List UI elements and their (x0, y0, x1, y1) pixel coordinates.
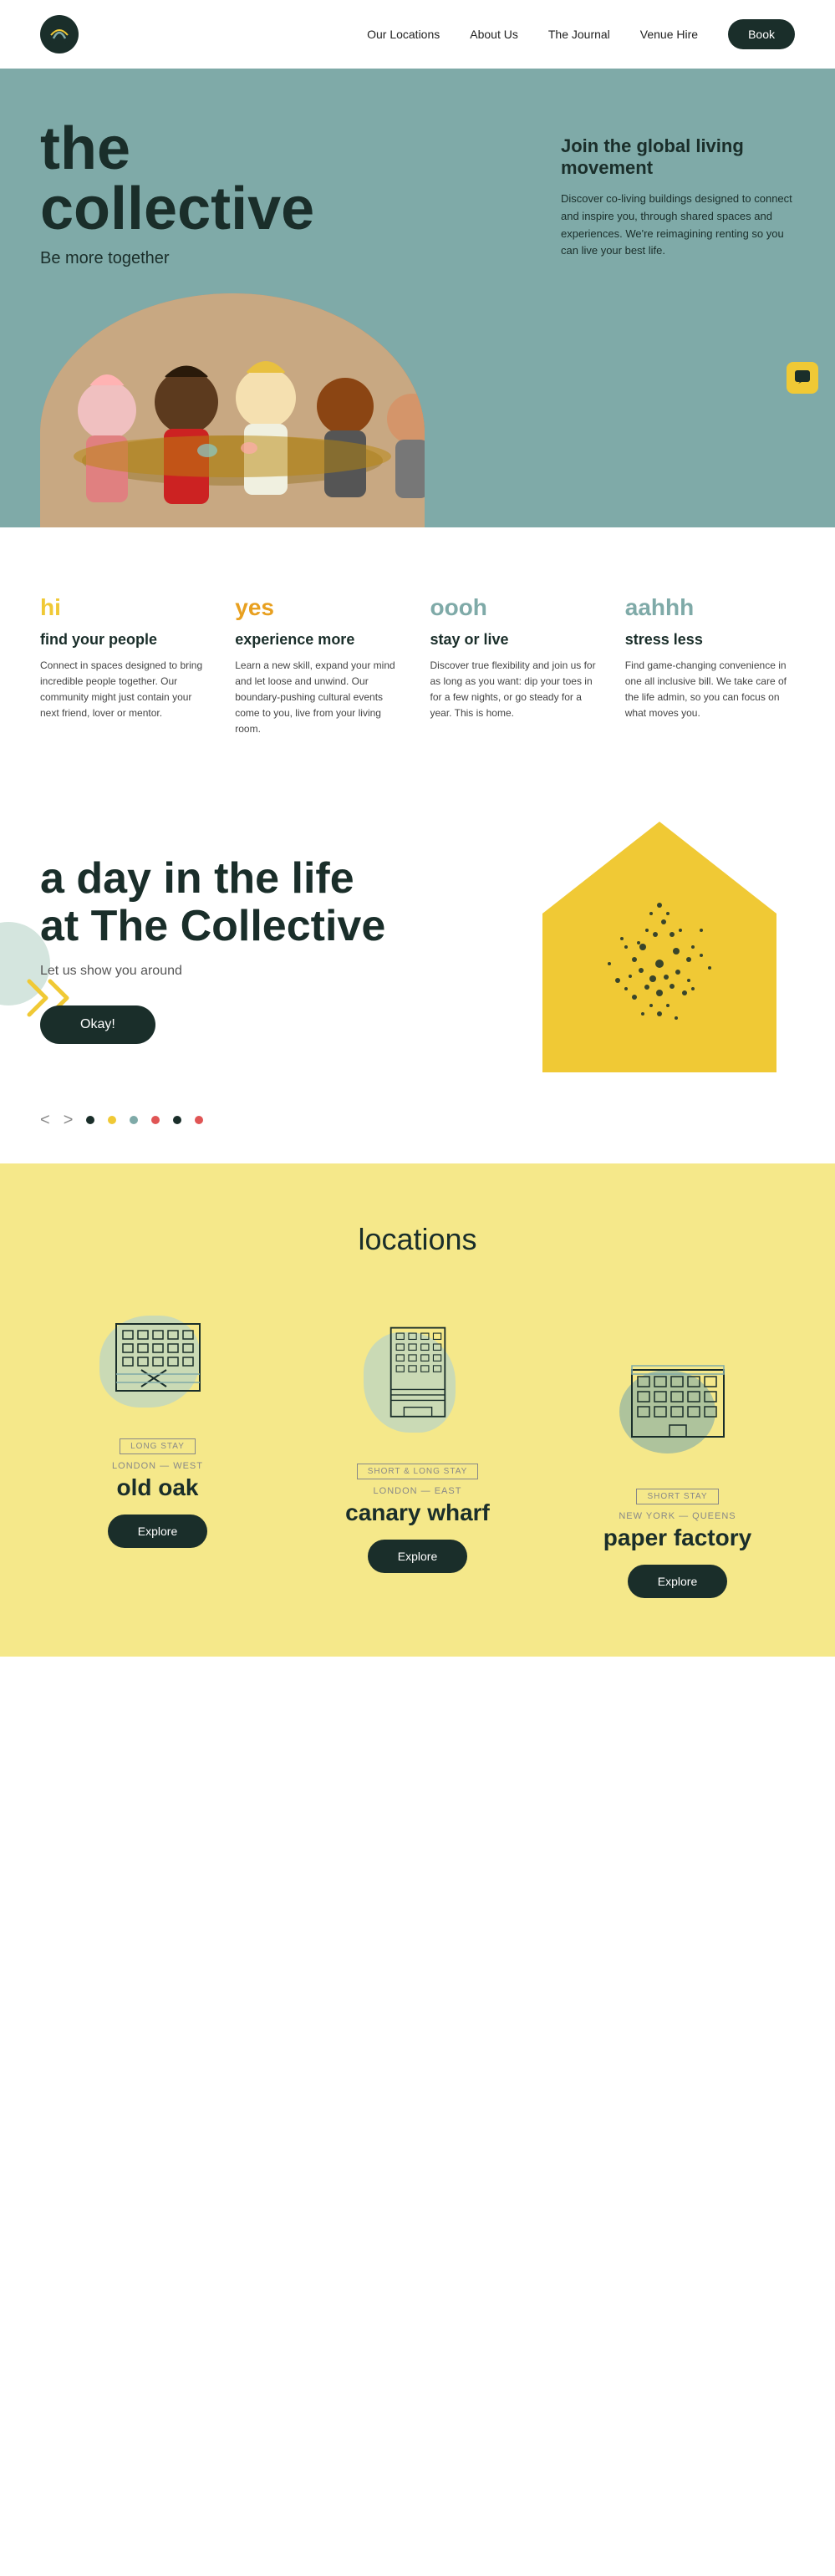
logo[interactable] (40, 15, 79, 53)
location-name-1: canary wharf (300, 1499, 535, 1526)
location-badge-1: SHORT & LONG STAY (357, 1464, 479, 1479)
location-badge-0: LONG STAY (120, 1438, 196, 1454)
carousel-dot-3[interactable] (151, 1116, 160, 1124)
hero-title: the collective (40, 119, 527, 239)
feature-stress-less: aahhh stress less Find game-changing con… (625, 594, 795, 738)
feature-desc-3: Find game-changing convenience in one al… (625, 658, 795, 722)
location-illustration-2 (611, 1349, 745, 1474)
feature-word-aahhh: aahhh (625, 594, 795, 621)
feature-title-3: stress less (625, 631, 795, 649)
carousel-nav: < > (0, 1094, 835, 1163)
feature-title-1: experience more (235, 631, 405, 649)
day-life-subtitle: Let us show you around (40, 964, 795, 979)
nav-our-locations[interactable]: Our Locations (367, 28, 440, 41)
feature-word-hi: hi (40, 594, 210, 621)
explore-old-oak[interactable]: Explore (108, 1515, 207, 1548)
feature-title-2: stay or live (430, 631, 600, 649)
carousel-dot-1[interactable] (108, 1116, 116, 1124)
nav-links: Our Locations About Us The Journal Venue… (367, 19, 795, 49)
nav-the-journal[interactable]: The Journal (548, 28, 610, 41)
day-life-section: a day in the life at The Collective Let … (0, 788, 835, 1094)
carousel-dot-0[interactable] (86, 1116, 94, 1124)
feature-desc-1: Learn a new skill, expand your mind and … (235, 658, 405, 738)
location-name-0: old oak (40, 1474, 275, 1501)
feature-experience: yes experience more Learn a new skill, e… (235, 594, 405, 738)
explore-canary-wharf[interactable]: Explore (368, 1540, 467, 1573)
feature-title-0: find your people (40, 631, 210, 649)
features-grid: hi find your people Connect in spaces de… (40, 594, 795, 738)
hero-section: the collective Be more together (0, 69, 835, 527)
day-life-content: a day in the life at The Collective Let … (40, 855, 795, 1044)
hero-subtitle: Be more together (40, 249, 527, 268)
feature-word-oooh: oooh (430, 594, 600, 621)
location-illustration-0 (91, 1299, 225, 1424)
features-section: hi find your people Connect in spaces de… (0, 527, 835, 788)
location-canary-wharf: SHORT & LONG STAY LONDON — EAST canary w… (300, 1324, 535, 1573)
carousel-prev[interactable]: < (40, 1111, 50, 1130)
hero-description: Discover co-living buildings designed to… (561, 191, 795, 260)
location-old-oak: LONG STAY LONDON — WEST old oak Explore (40, 1299, 275, 1548)
carousel-dot-4[interactable] (173, 1116, 181, 1124)
feature-stay-live: oooh stay or live Discover true flexibil… (430, 594, 600, 738)
explore-paper-factory[interactable]: Explore (628, 1565, 727, 1598)
feature-desc-0: Connect in spaces designed to bring incr… (40, 658, 210, 722)
locations-title: locations (40, 1222, 795, 1257)
carousel-next[interactable]: > (64, 1111, 74, 1130)
location-paper-factory: SHORT STAY NEW YORK — QUEENS paper facto… (560, 1349, 795, 1598)
feature-desc-2: Discover true flexibility and join us fo… (430, 658, 600, 722)
day-life-cta[interactable]: Okay! (40, 1005, 155, 1044)
locations-section: locations (0, 1163, 835, 1657)
location-region-0: LONDON — WEST (40, 1461, 275, 1471)
carousel-dot-2[interactable] (130, 1116, 138, 1124)
location-region-2: NEW YORK — QUEENS (560, 1511, 795, 1521)
day-life-title: a day in the life at The Collective (40, 855, 391, 950)
nav-about-us[interactable]: About Us (470, 28, 518, 41)
hero-image (40, 293, 425, 527)
hero-tagline: Join the global living movement (561, 135, 795, 179)
locations-grid: LONG STAY LONDON — WEST old oak Explore (40, 1299, 795, 1598)
location-name-2: paper factory (560, 1525, 795, 1551)
nav-venue-hire[interactable]: Venue Hire (640, 28, 698, 41)
location-region-1: LONDON — EAST (300, 1486, 535, 1496)
feature-word-yes: yes (235, 594, 405, 621)
location-badge-2: SHORT STAY (636, 1489, 718, 1504)
book-button[interactable]: Book (728, 19, 795, 49)
carousel-dot-5[interactable] (195, 1116, 203, 1124)
feature-find-people: hi find your people Connect in spaces de… (40, 594, 210, 738)
chat-bubble-icon[interactable] (787, 362, 818, 394)
navbar: Our Locations About Us The Journal Venue… (0, 0, 835, 69)
location-illustration-1 (351, 1324, 485, 1449)
